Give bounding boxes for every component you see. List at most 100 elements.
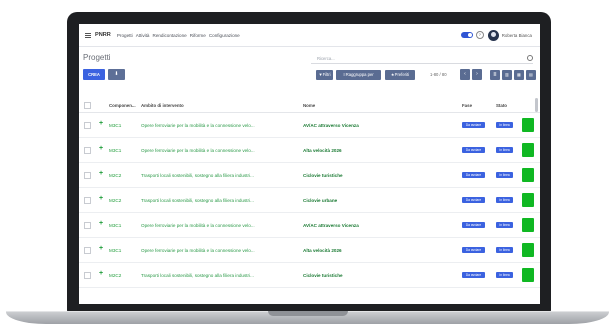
stato-badge: In linea <box>496 197 513 203</box>
table-row[interactable]: + M3C1 Opere ferroviarie per la mobilità e… <box>79 238 540 263</box>
cell-ambito: Trasporti locali sostenibili, sostegno a… <box>141 273 254 278</box>
table-header: Componen... Ambito di intervento Nome Fa… <box>79 98 540 113</box>
cell-componente: M3C1 <box>109 123 122 128</box>
cell-componente: M2C2 <box>109 273 122 278</box>
cell-ambito: Opere ferroviarie per la mobilità e la c… <box>141 248 255 253</box>
row-checkbox[interactable] <box>84 197 91 204</box>
create-button[interactable]: CREA <box>83 69 105 80</box>
toggle-switch-icon[interactable] <box>460 32 473 38</box>
cell-nome: Ciclovie turistiche <box>303 273 343 278</box>
cell-nome: Alta velocità 2026 <box>303 148 342 153</box>
stato-badge: In linea <box>496 122 513 128</box>
fase-badge: Da avviare <box>462 272 485 278</box>
row-checkbox[interactable] <box>84 172 91 179</box>
filters-button[interactable]: ▼Filtri <box>316 70 333 80</box>
status-indicator[interactable] <box>522 193 534 207</box>
row-checkbox[interactable] <box>84 122 91 129</box>
stato-badge: In linea <box>496 147 513 153</box>
menu-item-rendicontazione[interactable]: Rendicontazione <box>153 33 187 38</box>
cell-componente: M3C1 <box>109 248 122 253</box>
stato-badge: In linea <box>496 222 513 228</box>
header-componente[interactable]: Componen... <box>109 103 136 108</box>
cell-ambito: Trasporti locali sostenibili, sostegno a… <box>141 198 254 203</box>
pager-previous-button[interactable]: ‹ <box>460 69 470 80</box>
avatar[interactable] <box>487 29 499 41</box>
table-row[interactable]: + M3C1 Opere ferroviarie per la mobilità e… <box>79 138 540 163</box>
cell-ambito: Trasporti locali sostenibili, sostegno a… <box>141 173 254 178</box>
menu-item-attivita[interactable]: Attività <box>136 33 150 38</box>
cell-nome: AV/AC attraverso Vicenza <box>303 223 359 228</box>
stato-badge: In linea <box>496 272 513 278</box>
header-fase[interactable]: Fase <box>462 103 472 108</box>
app-brand[interactable]: PNRR <box>95 32 111 38</box>
status-indicator[interactable] <box>522 218 534 232</box>
menu-item-progetti[interactable]: Progetti <box>117 33 133 38</box>
row-checkbox[interactable] <box>84 247 91 254</box>
status-indicator[interactable] <box>522 243 534 257</box>
cell-nome: Ciclovie urbane <box>303 198 338 203</box>
stato-badge: In linea <box>496 172 513 178</box>
cell-nome: AV/AC attraverso Vicenza <box>303 123 359 128</box>
row-checkbox[interactable] <box>84 222 91 229</box>
fase-badge: Da avviare <box>462 197 485 203</box>
group-by-button[interactable]: ≡Raggruppa per <box>336 70 381 80</box>
list-view-icon[interactable]: ≣ <box>490 70 500 80</box>
plus-icon: + <box>99 245 104 252</box>
select-all-checkbox[interactable] <box>84 102 91 109</box>
fase-badge: Da avviare <box>462 122 485 128</box>
search-icon[interactable] <box>527 55 533 61</box>
chart-view-icon[interactable]: ▤ <box>526 70 536 80</box>
filters-label: Filtri <box>322 72 331 77</box>
top-navbar: PNRR Progetti Attività Rendicontazione R… <box>79 24 540 47</box>
cell-componente: M2C2 <box>109 173 122 178</box>
scrollbar[interactable] <box>535 98 538 112</box>
calendar-view-icon[interactable]: ▦ <box>514 70 524 80</box>
cell-ambito: Opere ferroviarie per la mobilità e la c… <box>141 148 255 153</box>
table-row[interactable]: + M3C1 Opere ferroviarie per la mobilità e… <box>79 113 540 138</box>
header-ambito[interactable]: Ambito di intervento <box>141 103 184 108</box>
menu-item-riforme[interactable]: Riforme <box>190 33 206 38</box>
fase-badge: Da avviare <box>462 222 485 228</box>
help-icon[interactable]: ? <box>475 31 484 39</box>
status-indicator[interactable] <box>522 168 534 182</box>
cell-ambito: Opere ferroviarie per la mobilità e la c… <box>141 123 255 128</box>
search-placeholder: Ricerca... <box>317 56 335 61</box>
cell-nome: Alta velocità 2026 <box>303 248 342 253</box>
table-row[interactable]: + M2C2 Trasporti locali sostenibili, soste… <box>79 263 540 288</box>
plus-icon: + <box>99 120 104 127</box>
cell-componente: M2C2 <box>109 198 122 203</box>
header-stato[interactable]: Stato <box>496 103 507 108</box>
cell-componente: M3C1 <box>109 223 122 228</box>
app-screen: PNRR Progetti Attività Rendicontazione R… <box>79 24 540 304</box>
laptop-notch <box>268 311 348 316</box>
row-checkbox[interactable] <box>84 147 91 154</box>
table-row[interactable]: + M2C2 Trasporti locali sostenibili, soste… <box>79 163 540 188</box>
plus-icon: + <box>99 145 104 152</box>
download-icon[interactable]: ⬇ <box>108 69 125 80</box>
fase-badge: Da avviare <box>462 147 485 153</box>
pager-value[interactable]: 1-80 / 80 <box>430 72 447 77</box>
group-by-label: Raggruppa per <box>345 72 374 77</box>
header-nome[interactable]: Nome <box>303 103 315 108</box>
search-input[interactable]: Ricerca... <box>311 54 533 64</box>
stato-badge: In linea <box>496 247 513 253</box>
menu-item-configurazione[interactable]: Configurazione <box>209 33 240 38</box>
user-name[interactable]: Roberta Bianca <box>502 33 532 38</box>
table-row[interactable]: + M2C2 Trasporti locali sostenibili, soste… <box>79 188 540 213</box>
cell-nome: Ciclovie turistiche <box>303 173 343 178</box>
row-checkbox[interactable] <box>84 272 91 279</box>
status-indicator[interactable] <box>522 143 534 157</box>
page-title: Progetti <box>83 53 111 62</box>
table-row[interactable]: + M3C1 Opere ferroviarie per la mobilità e… <box>79 213 540 238</box>
status-indicator[interactable] <box>522 118 534 132</box>
favorites-label: Preferiti <box>394 72 410 77</box>
favorites-button[interactable]: ★Preferiti <box>385 70 415 80</box>
kanban-view-icon[interactable]: ▥ <box>502 70 512 80</box>
user-area: ? Roberta Bianca <box>460 29 532 41</box>
cell-ambito: Opere ferroviarie per la mobilità e la c… <box>141 223 255 228</box>
status-indicator[interactable] <box>522 268 534 282</box>
plus-icon: + <box>99 270 104 277</box>
hamburger-menu-icon[interactable] <box>85 32 91 38</box>
pager-next-button[interactable]: › <box>472 69 482 80</box>
fase-badge: Da avviare <box>462 172 485 178</box>
